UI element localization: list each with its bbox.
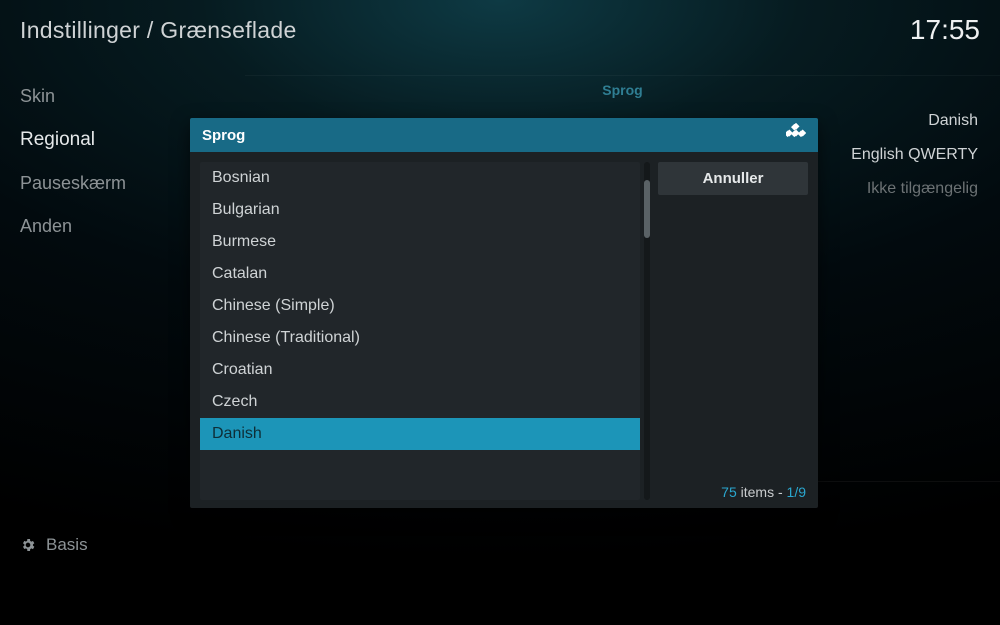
list-item[interactable]: Croatian [200, 354, 640, 386]
scrollbar-thumb[interactable] [644, 180, 650, 238]
cancel-button[interactable]: Annuller [658, 162, 808, 195]
counter-total: 75 [721, 484, 737, 500]
gear-icon [20, 537, 36, 553]
list-item[interactable]: Chinese (Simple) [200, 290, 640, 322]
section-title-language: Sprog [245, 76, 1000, 104]
setting-value: Danish [928, 112, 978, 130]
dialog-header: Sprog [190, 118, 818, 152]
counter-page: 1/9 [787, 484, 806, 500]
scrollbar[interactable] [644, 162, 650, 500]
settings-level-button[interactable]: Basis [20, 535, 88, 555]
counter-word: items - [737, 484, 787, 500]
list-counter: 75 items - 1/9 [658, 480, 808, 500]
setting-value: Ikke tilgængelig [867, 180, 978, 198]
language-list[interactable]: Bosnian Bulgarian Burmese Catalan Chines… [200, 162, 640, 500]
dialog-title: Sprog [202, 127, 245, 144]
list-item[interactable]: Catalan [200, 258, 640, 290]
breadcrumb: Indstillinger / Grænseflade [20, 17, 297, 44]
list-item[interactable]: Burmese [200, 226, 640, 258]
sidebar-item-skin[interactable]: Skin [0, 75, 245, 118]
setting-value: English QWERTY [851, 146, 978, 164]
list-item[interactable]: Bosnian [200, 162, 640, 194]
list-item[interactable]: Bulgarian [200, 194, 640, 226]
language-select-dialog: Sprog Bosnian Bulgarian Burmese Catalan … [190, 118, 818, 508]
list-item-selected[interactable]: Danish [200, 418, 640, 450]
settings-level-label: Basis [46, 535, 88, 555]
list-item[interactable]: Czech [200, 386, 640, 418]
kodi-logo-icon [786, 123, 806, 148]
list-item[interactable]: Chinese (Traditional) [200, 322, 640, 354]
clock: 17:55 [910, 14, 980, 46]
